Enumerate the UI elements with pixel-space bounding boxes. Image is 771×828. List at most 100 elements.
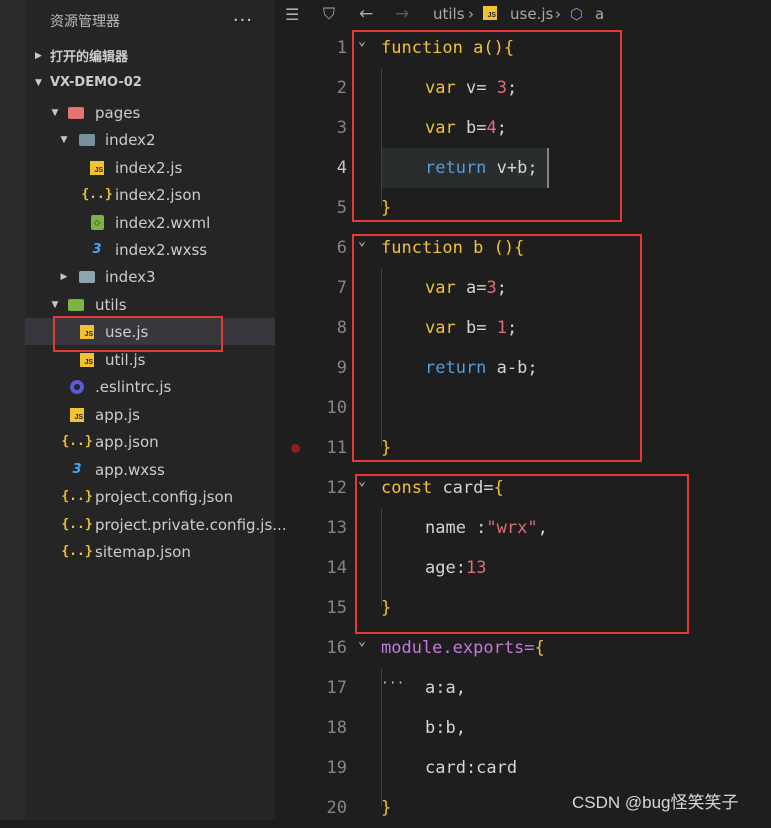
chevron-down-icon: ▼ <box>51 107 59 118</box>
json-file-icon: {..} <box>61 544 93 559</box>
code-line: card:card <box>425 758 518 778</box>
line-number: 6 <box>336 238 347 258</box>
list-icon[interactable]: ☰ <box>285 5 299 24</box>
tree-item-app-js[interactable]: JS app.js <box>25 401 275 428</box>
tree-item-label: app.wxss <box>95 460 165 479</box>
tree-item-label: utils <box>95 295 127 314</box>
line-number: 3 <box>336 118 347 138</box>
folder-open-icon <box>78 131 96 149</box>
line-number: 10 <box>326 398 347 418</box>
js-file-icon: JS <box>68 406 86 424</box>
line-number: 12 <box>326 478 347 498</box>
tree-item-label: project.config.json <box>95 487 234 506</box>
tree-item-label: .eslintrc.js <box>95 377 172 396</box>
project-label: VX-DEMO-02 <box>50 75 142 90</box>
css-file-icon: 3 <box>92 242 102 257</box>
breadcrumb: ☰ ⛉ ← → utils › JS use.js › ⬡ a <box>275 0 771 28</box>
open-editors-label: 打开的编辑器 <box>50 50 129 65</box>
folder-icon <box>78 268 96 286</box>
line-number: 4 <box>336 158 347 178</box>
tree-item-pages[interactable]: ▼ pages <box>25 99 275 126</box>
chevron-right-icon: ▶ <box>35 50 42 61</box>
line-number: 13 <box>326 518 347 538</box>
line-number: 14 <box>326 558 347 578</box>
folded-ellipsis-icon: ··· <box>381 676 405 691</box>
highlight-box <box>352 234 642 462</box>
line-number: 7 <box>336 278 347 298</box>
line-number: 16 <box>326 638 347 658</box>
line-number: 2 <box>336 78 347 98</box>
tree-item-index2-json[interactable]: {..} index2.json <box>25 181 275 208</box>
tree-item-label: pages <box>95 103 141 122</box>
line-number: 18 <box>326 718 347 738</box>
project-section[interactable]: ▼ VX-DEMO-02 <box>25 69 275 96</box>
chevron-down-icon: ▼ <box>35 77 42 88</box>
forward-arrow-icon[interactable]: → <box>395 4 409 24</box>
tree-item-label: app.js <box>95 405 140 424</box>
tree-item-label: index2 <box>105 130 156 149</box>
explorer-header: 资源管理器 ··· <box>25 0 275 42</box>
tree-item-eslintrc[interactable]: .eslintrc.js <box>25 373 275 400</box>
js-file-icon: JS <box>483 6 497 20</box>
tree-item-project-private-config[interactable]: {..} project.private.config.js... <box>25 511 286 538</box>
tree-item-label: project.private.config.js... <box>95 515 287 534</box>
tree-item-app-wxss[interactable]: 3 app.wxss <box>25 456 275 483</box>
eslint-file-icon <box>68 378 86 396</box>
tree-item-label: index2.js <box>115 158 183 177</box>
wxml-file-icon: ◇ <box>88 214 106 232</box>
code-editor[interactable]: 1 2 3 4 5 6 7 8 9 10 11 12 13 14 15 16 1… <box>275 28 771 820</box>
pages-folder-icon <box>67 104 85 122</box>
tree-item-project-config[interactable]: {..} project.config.json <box>25 483 275 510</box>
line-number: 17 <box>326 678 347 698</box>
tree-item-label: util.js <box>105 350 146 369</box>
line-number: 5 <box>336 198 347 218</box>
tree-item-label: index3 <box>105 267 156 286</box>
js-file-icon: JS <box>88 159 106 177</box>
tree-item-index2[interactable]: ▼ index2 <box>25 126 275 153</box>
tree-item-sitemap[interactable]: {..} sitemap.json <box>25 538 275 565</box>
line-number: 11 <box>326 438 347 458</box>
code-line: module.exports={ <box>381 638 545 658</box>
explorer-title: 资源管理器 <box>50 14 120 30</box>
open-editors-section[interactable]: ▶ 打开的编辑器 <box>25 42 275 69</box>
code-line: } <box>381 798 392 818</box>
breadcrumb-folder[interactable]: utils <box>433 5 465 23</box>
js-file-icon: JS <box>78 351 96 369</box>
bookmark-icon[interactable]: ⛉ <box>323 4 335 24</box>
line-number: 1 <box>336 38 347 58</box>
chevron-down-icon: ▼ <box>51 299 59 310</box>
tree-item-index2-wxss[interactable]: 3 index2.wxss <box>25 236 275 263</box>
line-number: 8 <box>336 318 347 338</box>
chevron-down-icon: ▼ <box>60 134 68 145</box>
highlight-box <box>355 474 689 634</box>
breadcrumb-file[interactable]: use.js <box>510 5 553 23</box>
line-number: 9 <box>336 358 347 378</box>
css-file-icon: 3 <box>72 462 82 477</box>
json-file-icon: {..} <box>81 187 113 202</box>
line-number: 20 <box>326 798 347 818</box>
explorer-sidebar: 资源管理器 ··· ▶ 打开的编辑器 ▼ VX-DEMO-02 ▼ pages … <box>25 0 287 820</box>
activity-bar <box>0 0 25 820</box>
code-line: b:b, <box>425 718 466 738</box>
tree-item-index2-js[interactable]: JS index2.js <box>25 154 275 181</box>
tree-item-utils[interactable]: ▼ utils <box>25 291 275 318</box>
json-file-icon: {..} <box>61 517 93 532</box>
more-actions-icon[interactable]: ··· <box>233 10 253 31</box>
tree-item-index2-wxml[interactable]: ◇ index2.wxml <box>25 209 275 236</box>
watermark: CSDN @bug怪笑笑子 <box>572 793 739 812</box>
line-number: 19 <box>326 758 347 778</box>
tree-item-app-json[interactable]: {..} app.json <box>25 428 275 455</box>
chevron-right-icon: › <box>468 5 474 23</box>
back-arrow-icon[interactable]: ← <box>359 4 373 24</box>
line-number: 15 <box>326 598 347 618</box>
chevron-right-icon: › <box>555 5 561 23</box>
code-line: a:a, <box>425 678 466 698</box>
utils-folder-icon <box>67 296 85 314</box>
highlight-box <box>352 30 622 222</box>
tree-item-label: sitemap.json <box>95 542 191 561</box>
breadcrumb-symbol[interactable]: a <box>595 5 604 23</box>
chevron-right-icon: ▶ <box>60 271 68 282</box>
json-file-icon: {..} <box>61 489 93 504</box>
tree-item-index3[interactable]: ▶ index3 <box>25 263 275 290</box>
tree-item-label: index2.json <box>115 185 202 204</box>
